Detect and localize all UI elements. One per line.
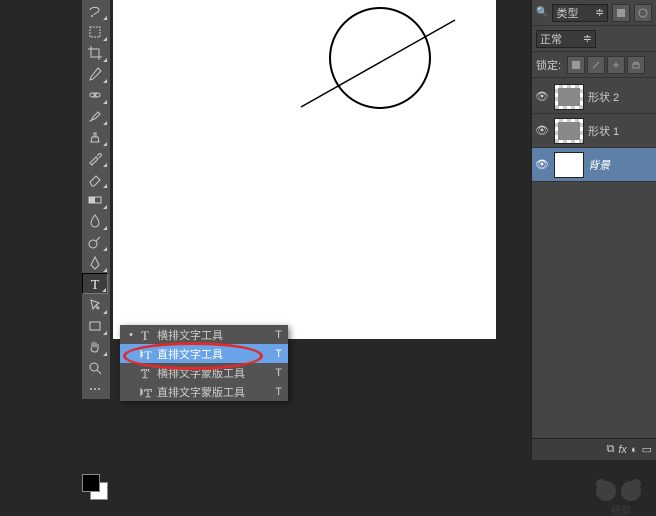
flyout-horizontal-type[interactable]: • T 横排文字工具 T	[120, 325, 288, 344]
flyout-current-dot: •	[126, 329, 136, 341]
layer-filter-row: 🔍 类型 ≑	[532, 0, 656, 26]
lock-position-icon[interactable]	[607, 56, 625, 74]
tool-quick-select[interactable]	[82, 21, 108, 42]
lock-pixels-icon[interactable]	[587, 56, 605, 74]
tool-edit-toolbar[interactable]	[82, 378, 108, 399]
layer-name[interactable]: 背景	[588, 157, 610, 173]
link-layers-icon[interactable]: ⧉	[607, 443, 615, 456]
tool-brush[interactable]	[82, 105, 108, 126]
tool-dodge[interactable]	[82, 231, 108, 252]
shape-circle	[330, 8, 430, 108]
flyout-label: 直排文字蒙版工具	[154, 384, 272, 400]
layer-row[interactable]: 👁 形状 1	[532, 114, 656, 148]
lock-all-icon[interactable]	[627, 56, 645, 74]
tool-pen[interactable]	[82, 252, 108, 273]
svg-text:T: T	[91, 278, 100, 292]
lock-transparency-icon[interactable]	[567, 56, 585, 74]
layer-fx-icon[interactable]: fx	[618, 444, 627, 456]
lock-row: 锁定:	[532, 52, 656, 78]
svg-text:T: T	[141, 366, 149, 380]
layer-mask-icon[interactable]: ◐	[631, 444, 638, 456]
new-group-icon[interactable]: ▭	[642, 443, 652, 456]
lock-label: 锁定:	[536, 57, 561, 73]
visibility-toggle[interactable]: 👁	[534, 90, 550, 103]
flyout-shortcut: T	[272, 367, 282, 379]
svg-text:T: T	[141, 328, 149, 342]
tool-crop[interactable]	[82, 42, 108, 63]
layer-thumbnail[interactable]	[554, 118, 584, 144]
tool-eyedropper[interactable]	[82, 63, 108, 84]
canvas[interactable]	[113, 0, 496, 339]
tools-toolbar: T	[82, 0, 110, 399]
layer-name[interactable]: 形状 2	[588, 89, 619, 105]
visibility-toggle[interactable]: 👁	[534, 158, 550, 171]
vertical-type-icon: T	[136, 347, 154, 361]
layers-list: 👁 形状 2 👁 形状 1 👁 背景	[532, 78, 656, 182]
filter-pixel-icon[interactable]	[612, 4, 630, 22]
layer-thumbnail[interactable]	[554, 84, 584, 110]
tool-clone[interactable]	[82, 126, 108, 147]
layer-row[interactable]: 👁 形状 2	[532, 80, 656, 114]
blend-mode-row: 正常 ≑	[532, 26, 656, 52]
layer-row[interactable]: 👁 背景	[532, 148, 656, 182]
horizontal-type-icon: T	[136, 328, 154, 342]
flyout-shortcut: T	[272, 348, 282, 360]
horizontal-type-mask-icon: T	[136, 366, 154, 380]
flyout-label: 横排文字工具	[154, 327, 272, 343]
tool-spot-heal[interactable]	[82, 84, 108, 105]
tool-zoom[interactable]	[82, 357, 108, 378]
layer-filter-type[interactable]: 类型 ≑	[552, 4, 608, 22]
flyout-vertical-type-mask[interactable]: T 直排文字蒙版工具 T	[120, 382, 288, 401]
tool-hand[interactable]	[82, 336, 108, 357]
layers-panel: 🔍 类型 ≑ 正常 ≑ 锁定: 👁 形状 2 👁 形状 1	[531, 0, 656, 460]
flyout-label: 直排文字工具	[154, 346, 272, 362]
search-icon: 🔍	[536, 7, 548, 18]
layer-thumbnail[interactable]	[554, 152, 584, 178]
tool-gradient[interactable]	[82, 189, 108, 210]
layers-panel-footer: ⧉ fx ◐ ▭	[532, 438, 656, 460]
flyout-label: 横排文字蒙版工具	[154, 365, 272, 381]
flyout-vertical-type[interactable]: T 直排文字工具 T	[120, 344, 288, 363]
vertical-type-mask-icon: T	[136, 385, 154, 399]
visibility-toggle[interactable]: 👁	[534, 124, 550, 137]
shape-line	[301, 20, 455, 107]
type-tool-flyout: • T 横排文字工具 T T 直排文字工具 T T 横排文字蒙版工具 T T 直…	[120, 325, 288, 401]
filter-adjust-icon[interactable]	[634, 4, 652, 22]
tool-history-brush[interactable]	[82, 147, 108, 168]
svg-text:T: T	[144, 348, 152, 361]
layer-name[interactable]: 形状 1	[588, 123, 619, 139]
tool-path-select[interactable]	[82, 294, 108, 315]
foreground-color-swatch[interactable]	[82, 474, 100, 492]
flyout-shortcut: T	[272, 329, 282, 341]
tool-rectangle[interactable]	[82, 315, 108, 336]
flyout-horizontal-type-mask[interactable]: T 横排文字蒙版工具 T	[120, 363, 288, 382]
svg-text:T: T	[144, 386, 152, 399]
flyout-shortcut: T	[272, 386, 282, 398]
blend-mode-select[interactable]: 正常 ≑	[536, 30, 596, 48]
tool-eraser[interactable]	[82, 168, 108, 189]
tool-blur[interactable]	[82, 210, 108, 231]
tool-lasso[interactable]	[82, 0, 108, 21]
watermark: 经验	[586, 466, 656, 516]
tool-type[interactable]: T	[82, 273, 108, 294]
svg-text:经验: 经验	[611, 504, 631, 516]
